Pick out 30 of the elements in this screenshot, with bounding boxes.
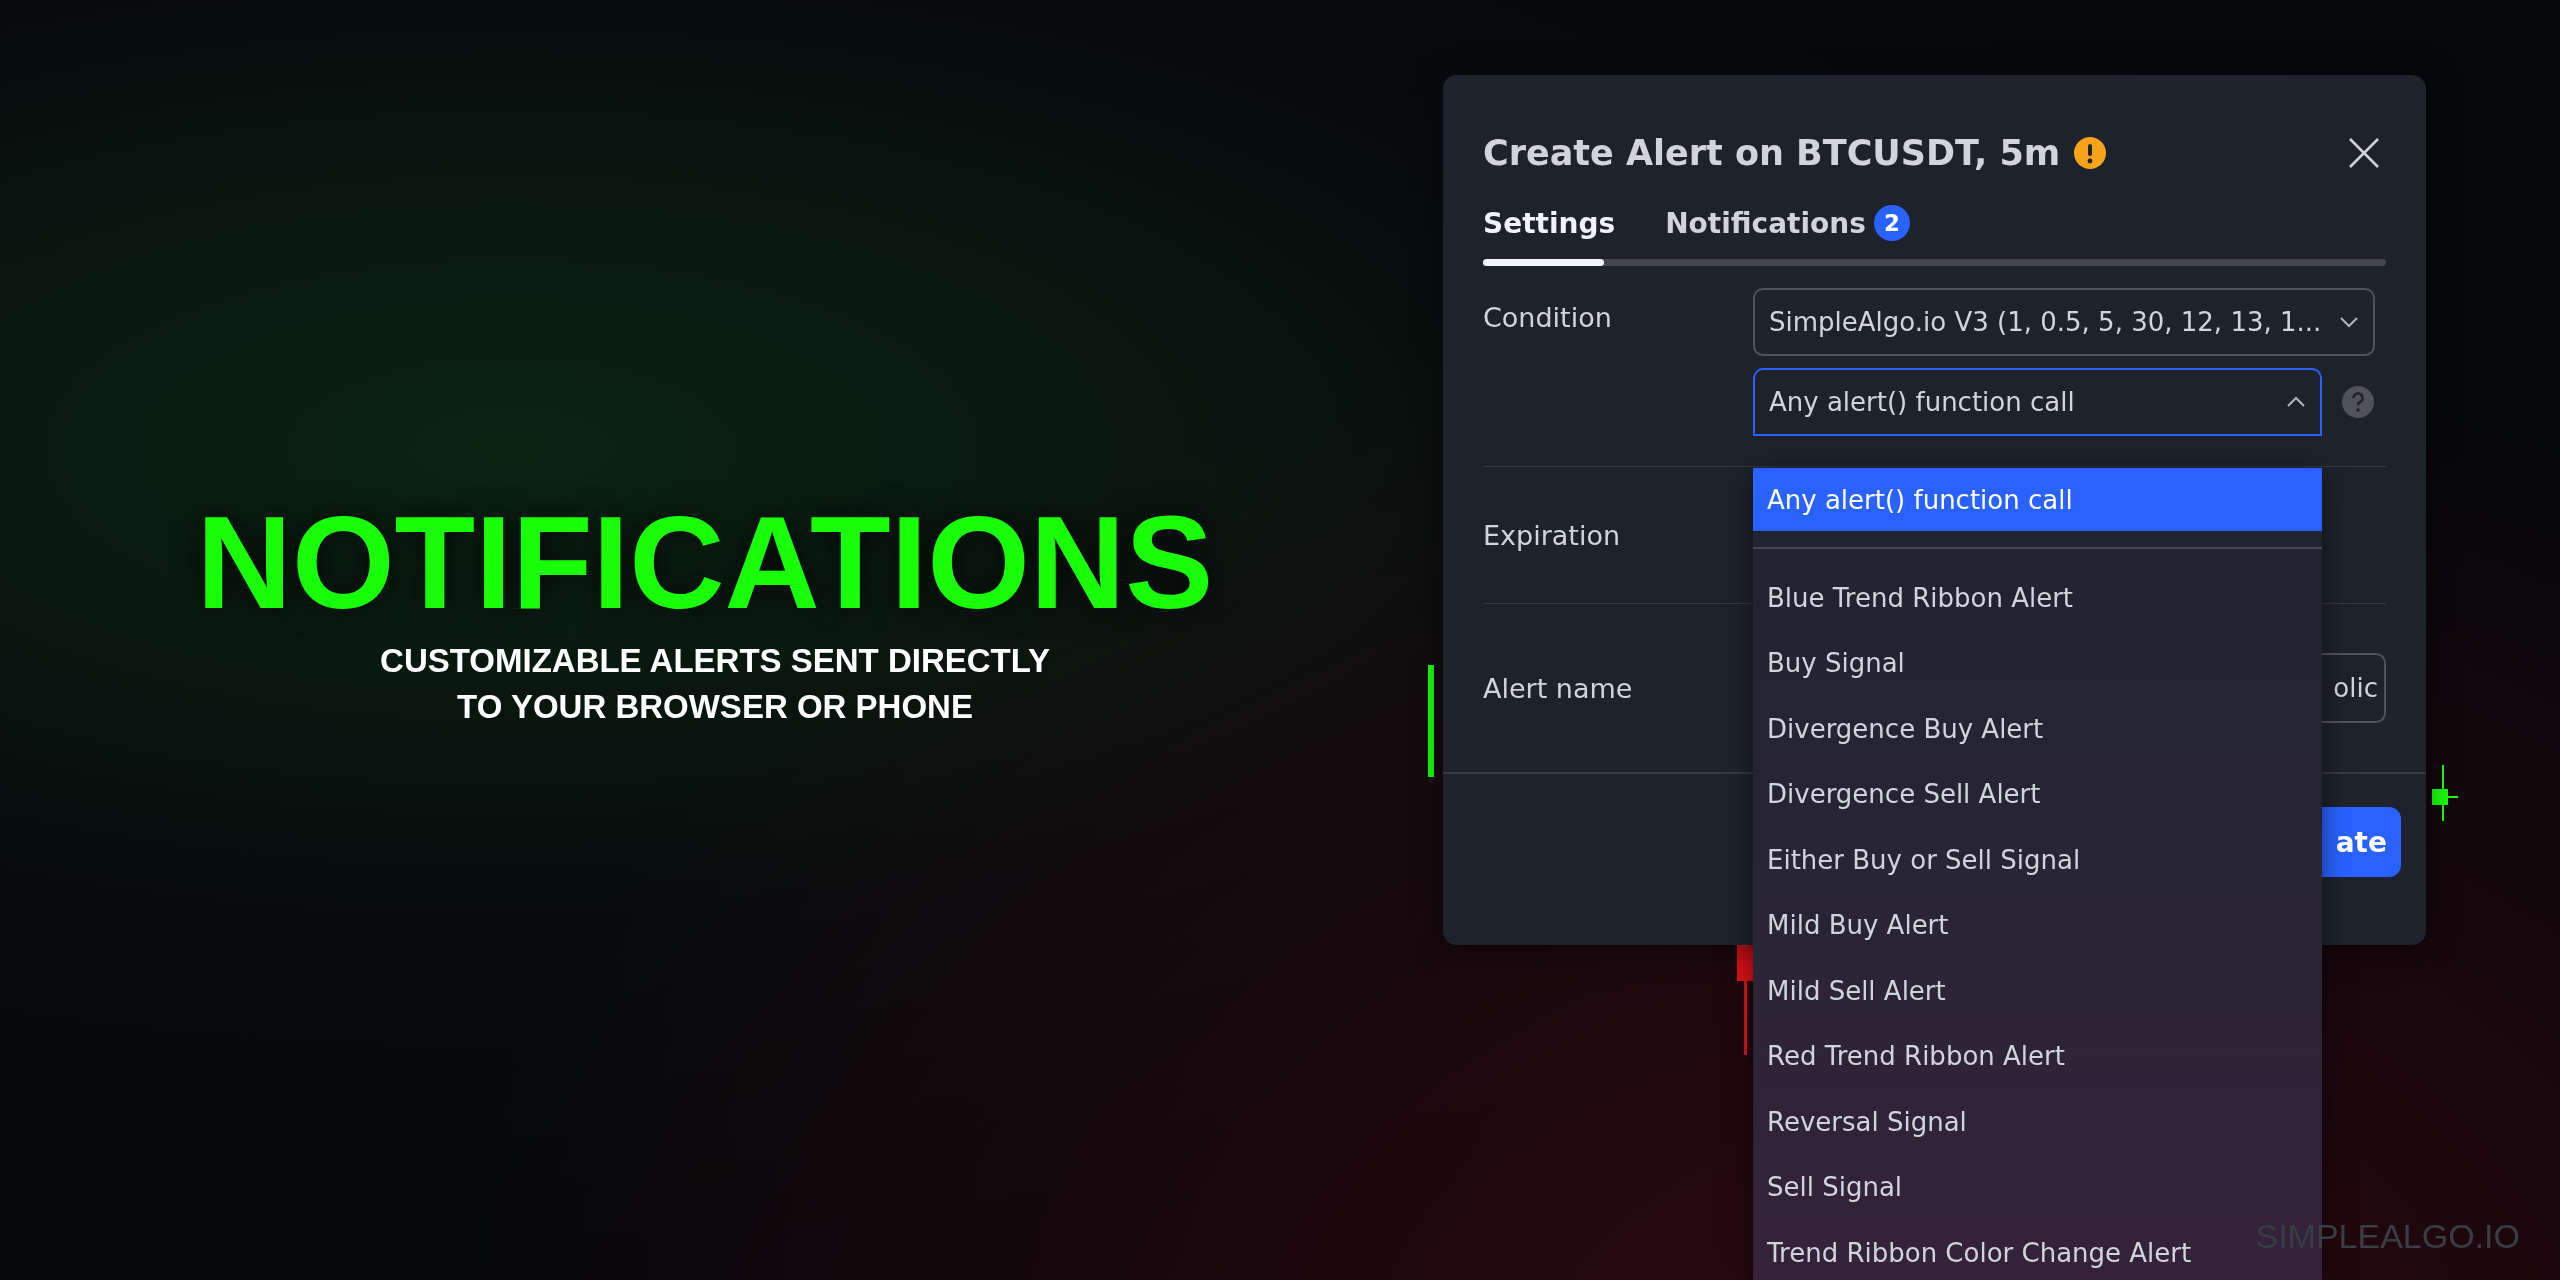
chevron-icon xyxy=(2286,396,2306,408)
count-badge: 2 xyxy=(1873,205,1910,241)
dropdown-item[interactable]: Mild Sell Alert xyxy=(1753,958,2322,1024)
dropdown-item[interactable]: Mild Buy Alert xyxy=(1753,892,2322,958)
dropdown-item[interactable]: Red Trend Ribbon Alert xyxy=(1753,1023,2322,1089)
dialog-title: Create Alert on BTCUSDT, 5m xyxy=(1483,133,2061,173)
condition-select[interactable]: SimpleAlgo.io V3 (1, 0.5, 5, 30, 12, 13, 1... xyxy=(1753,288,2375,356)
dropdown-item[interactable]: Blue Trend Ribbon Alert xyxy=(1753,565,2322,631)
chevron-icon xyxy=(2339,316,2359,328)
dropdown-item[interactable]: Divergence Buy Alert xyxy=(1753,696,2322,762)
dropdown-item[interactable]: Buy Signal xyxy=(1753,630,2322,696)
subtitle: CUSTOMIZABLE ALERTS SENT DIRECTLY xyxy=(380,641,1050,681)
candle-icon xyxy=(1428,665,1434,777)
warning-icon xyxy=(2074,137,2107,169)
tab[interactable]: Notifications 2 xyxy=(1665,205,1910,259)
dropdown-item[interactable]: Any alert() function call xyxy=(1753,468,2322,531)
field-label: Condition xyxy=(1483,301,1613,335)
candle-icon xyxy=(1737,945,1753,1055)
dropdown-item[interactable]: Either Buy or Sell Signal xyxy=(1753,827,2322,893)
subtitle: TO YOUR BROWSER OR PHONE xyxy=(457,687,973,727)
close-icon[interactable] xyxy=(2348,137,2380,169)
brand-text: SIMPLEALGO.IO xyxy=(2255,1217,2520,1256)
headline: NOTIFICATIONS xyxy=(196,488,1214,638)
dropdown-item[interactable]: Reversal Signal xyxy=(1753,1089,2322,1155)
condition-select[interactable]: Any alert() function call xyxy=(1753,368,2322,436)
dropdown-item[interactable]: Sell Signal xyxy=(1753,1154,2322,1220)
tab[interactable]: Settings xyxy=(1483,205,1616,259)
field-label: Alert name xyxy=(1483,672,1634,704)
dropdown-item[interactable]: Divergence Sell Alert xyxy=(1753,761,2322,827)
field-label: Expiration xyxy=(1483,519,1622,551)
